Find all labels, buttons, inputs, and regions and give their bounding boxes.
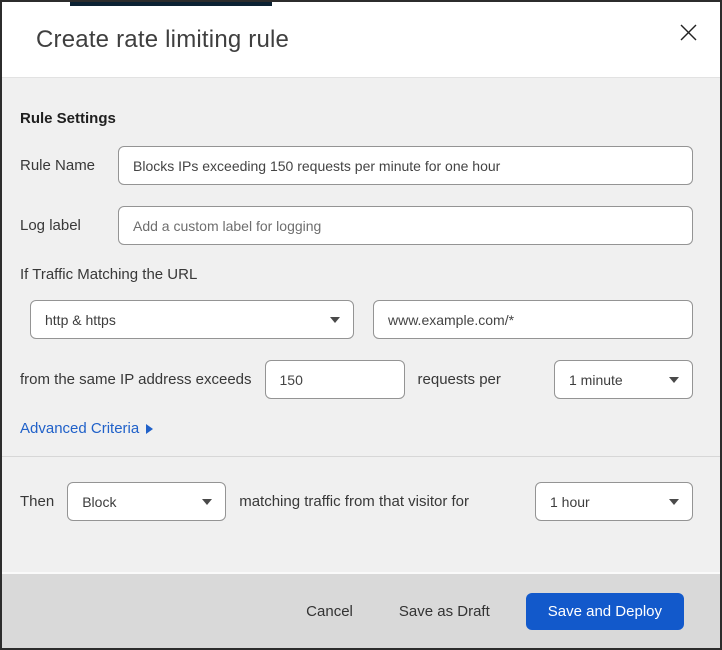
create-rate-limiting-rule-dialog: Create rate limiting rule Rule Settings …: [0, 0, 722, 650]
threshold-row: from the same IP address exceeds request…: [20, 360, 693, 399]
period-select[interactable]: 1 minute: [554, 360, 693, 399]
dialog-body: Rule Settings Rule Name Log label If Tra…: [2, 78, 720, 572]
rule-name-row: Rule Name: [20, 146, 693, 185]
scheme-select-value: http & https: [45, 311, 116, 328]
chevron-down-icon: [669, 376, 679, 383]
section-heading: Rule Settings: [20, 110, 116, 127]
url-match-row: http & https: [30, 300, 693, 339]
advanced-criteria-link[interactable]: Advanced Criteria: [20, 420, 154, 437]
close-button[interactable]: [674, 19, 702, 47]
then-middle-text: matching traffic from that visitor for: [239, 493, 470, 510]
dialog-header: Create rate limiting rule: [2, 2, 720, 78]
request-threshold-input[interactable]: [264, 360, 405, 399]
rule-name-label: Rule Name: [20, 157, 96, 174]
save-as-draft-button[interactable]: Save as Draft: [383, 593, 506, 630]
action-select[interactable]: Block: [67, 482, 227, 521]
background-page-strip: [70, 2, 272, 6]
close-icon: [680, 24, 697, 41]
traffic-matching-heading: If Traffic Matching the URL: [20, 266, 198, 283]
advanced-criteria-label: Advanced Criteria: [20, 420, 140, 437]
chevron-down-icon: [202, 498, 213, 505]
cancel-button[interactable]: Cancel: [290, 593, 369, 630]
url-input[interactable]: [373, 300, 693, 339]
duration-select-value: 1 hour: [550, 493, 590, 510]
period-select-value: 1 minute: [569, 371, 623, 388]
dialog-footer: Cancel Save as Draft Save and Deploy: [2, 572, 720, 648]
then-label: Then: [20, 493, 55, 510]
threshold-prefix-text: from the same IP address exceeds: [20, 371, 252, 388]
section-divider: [2, 456, 720, 457]
save-and-deploy-button[interactable]: Save and Deploy: [525, 592, 684, 630]
log-label-label: Log label: [20, 217, 81, 234]
action-select-value: Block: [82, 493, 117, 510]
chevron-down-icon: [669, 498, 679, 505]
chevron-right-icon: [146, 423, 154, 434]
chevron-down-icon: [330, 316, 340, 323]
then-action-row: Then Block matching traffic from that vi…: [20, 482, 693, 521]
duration-select[interactable]: 1 hour: [535, 482, 693, 521]
log-label-input[interactable]: [118, 206, 693, 245]
dialog-title: Create rate limiting rule: [36, 25, 290, 53]
log-label-row: Log label: [20, 206, 693, 245]
scheme-select[interactable]: http & https: [30, 300, 354, 339]
threshold-middle-text: requests per: [417, 371, 501, 388]
rule-name-input[interactable]: [118, 146, 693, 185]
